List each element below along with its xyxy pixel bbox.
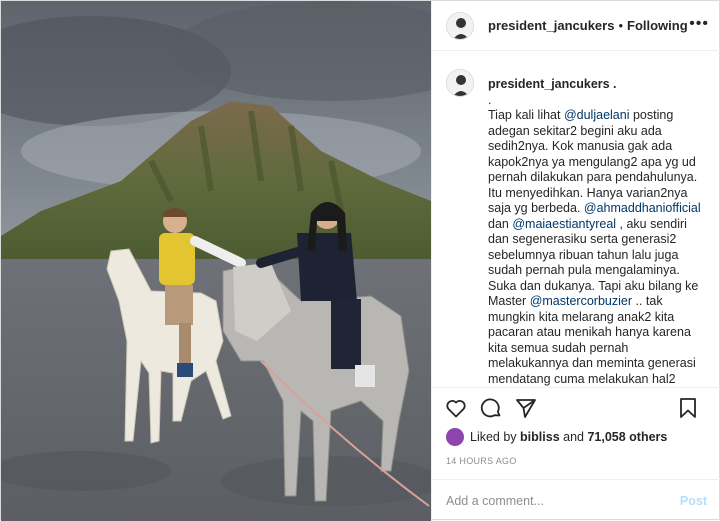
mention-link[interactable]: @duljaelani: [564, 108, 630, 122]
header-separator: •: [618, 18, 624, 33]
caption-segment: dan: [488, 216, 513, 231]
liker-username[interactable]: bibliss: [520, 430, 560, 444]
likes-count[interactable]: 71,058 others: [587, 430, 667, 444]
post-caption: president_jancukers . . Tiap kali lihat …: [446, 69, 711, 387]
photo-illustration: [1, 1, 431, 521]
likes-summary: Liked by bibliss and 71,058 others: [446, 427, 711, 447]
post-timestamp[interactable]: 14 HOURS AGO: [446, 456, 517, 466]
bookmark-icon[interactable]: [676, 396, 700, 420]
share-icon[interactable]: [514, 396, 538, 420]
caption-avatar[interactable]: [446, 69, 474, 97]
caption-segment: posting adegan sekitar2 begini aku ada s…: [488, 108, 698, 215]
mention-link[interactable]: @mastercorbuzier: [530, 294, 632, 308]
post-header: president_jancukers • Following •••: [432, 1, 720, 51]
comment-icon[interactable]: [479, 396, 503, 420]
more-icon[interactable]: •••: [689, 16, 709, 32]
likes-prefix: Liked by: [470, 430, 517, 444]
caption-username[interactable]: president_jancukers .: [488, 77, 706, 93]
caption-segment: Tiap kali lihat: [488, 108, 564, 122]
following-button[interactable]: Following: [627, 18, 688, 33]
likes-mid: and: [563, 430, 584, 444]
post-comment-button[interactable]: Post: [680, 494, 707, 508]
mention-link[interactable]: @maiaestiantyreal: [512, 217, 616, 231]
comment-box: Post: [432, 479, 720, 521]
caption-text: president_jancukers . . Tiap kali lihat …: [488, 69, 706, 387]
liker-avatar[interactable]: [446, 428, 464, 446]
action-bar: [432, 387, 720, 427]
comment-input[interactable]: [446, 493, 680, 508]
mention-link[interactable]: @ahmaddhaniofficial: [584, 201, 701, 215]
post-photo[interactable]: [1, 1, 431, 521]
caption-line: .: [488, 92, 492, 107]
post-sidebar: president_jancukers • Following ••• pres…: [431, 1, 720, 521]
header-username[interactable]: president_jancukers: [488, 18, 614, 33]
heart-icon[interactable]: [444, 396, 468, 420]
instagram-post: president_jancukers • Following ••• pres…: [0, 0, 720, 521]
avatar[interactable]: [446, 11, 474, 40]
